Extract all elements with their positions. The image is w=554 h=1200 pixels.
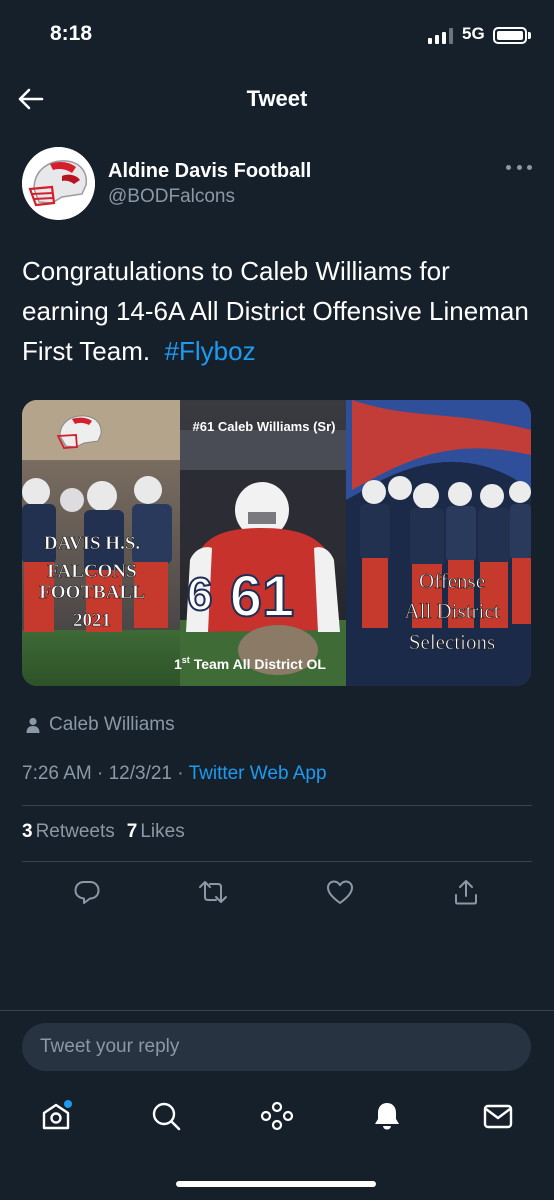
status-bar: 8:18 5G xyxy=(0,0,554,70)
tagged-user-name: Caleb Williams xyxy=(49,714,175,735)
media-illustration: 61 6 #61 Caleb Williams (Sr) DAVIS H.S. … xyxy=(22,400,531,686)
spaces-icon xyxy=(260,1101,294,1131)
divider xyxy=(22,861,532,862)
retweet-button[interactable] xyxy=(198,877,228,907)
likes-stat[interactable]: 7 Likes xyxy=(127,821,185,843)
tweet-time: 7:26 AM xyxy=(22,763,92,784)
tab-spaces[interactable] xyxy=(259,1098,295,1134)
home-indicator xyxy=(176,1181,376,1187)
tab-home[interactable] xyxy=(38,1098,74,1134)
divider xyxy=(22,805,532,806)
media-left-title-4: 2021 xyxy=(73,610,111,631)
tweet-stats: 3 Retweets 7 Likes xyxy=(22,821,185,843)
tweet-media-image[interactable]: 61 6 #61 Caleb Williams (Sr) DAVIS H.S. … xyxy=(22,400,531,686)
battery-icon xyxy=(493,27,527,44)
media-left-title-3: FOOTBALL xyxy=(39,582,145,603)
tweet-author: Aldine Davis Football @BODFalcons xyxy=(22,145,532,225)
reply-icon xyxy=(74,881,100,904)
author-display-name[interactable]: Aldine Davis Football xyxy=(108,160,311,183)
network-type: 5G xyxy=(462,24,485,43)
status-time: 8:18 xyxy=(50,22,93,45)
more-options-button[interactable] xyxy=(506,157,532,177)
tweet-meta: 7:26 AM · 12/3/21 · Twitter Web App xyxy=(22,763,327,784)
tweet-source-link[interactable]: Twitter Web App xyxy=(189,763,327,784)
mail-icon xyxy=(483,1104,513,1129)
person-icon xyxy=(26,717,40,733)
hashtag-link[interactable]: #Flyboz xyxy=(165,336,256,366)
media-right-title-1: Offense xyxy=(419,569,485,593)
reply-input[interactable] xyxy=(22,1023,531,1071)
media-right-title-3: Selections xyxy=(409,630,495,654)
jersey-side-number: 6 xyxy=(187,568,213,620)
tab-messages[interactable] xyxy=(480,1098,516,1134)
avatar[interactable] xyxy=(22,147,95,220)
retweet-icon xyxy=(199,881,227,903)
like-button[interactable] xyxy=(325,877,355,907)
helmet-logo-icon xyxy=(22,147,95,220)
share-icon xyxy=(455,880,477,905)
media-left-title-2: FALCONS xyxy=(47,561,136,582)
tweet-date: 12/3/21 xyxy=(108,763,173,784)
retweets-stat[interactable]: 3 Retweets xyxy=(22,821,115,843)
more-dots-icon xyxy=(506,164,511,170)
search-icon xyxy=(152,1102,181,1131)
media-bottom-caption: 1st Team All District OL xyxy=(174,655,326,672)
cellular-signal-icon xyxy=(428,28,454,44)
tweet-body: Congratulations to Caleb Williams for ea… xyxy=(22,256,529,366)
jersey-number: 61 xyxy=(230,564,295,629)
share-button[interactable] xyxy=(451,877,481,907)
media-top-caption: #61 Caleb Williams (Sr) xyxy=(193,419,336,434)
heart-icon xyxy=(327,880,353,904)
media-left-title-1: DAVIS H.S. xyxy=(44,533,140,554)
reply-button[interactable] xyxy=(72,877,102,907)
tab-search[interactable] xyxy=(148,1098,184,1134)
tagged-user-row[interactable]: Caleb Williams xyxy=(26,714,175,736)
tweet-actions xyxy=(0,873,554,913)
page-title: Tweet xyxy=(246,86,308,111)
top-nav: Tweet xyxy=(0,70,554,128)
tweet-text: Congratulations to Caleb Williams for ea… xyxy=(22,251,532,371)
home-notification-dot xyxy=(64,1100,72,1108)
bottom-tab-bar xyxy=(0,1090,554,1146)
bell-icon xyxy=(375,1103,399,1130)
author-handle[interactable]: @BODFalcons xyxy=(108,186,235,208)
tab-notifications[interactable] xyxy=(369,1098,405,1134)
media-right-title-2: All District xyxy=(404,599,499,623)
